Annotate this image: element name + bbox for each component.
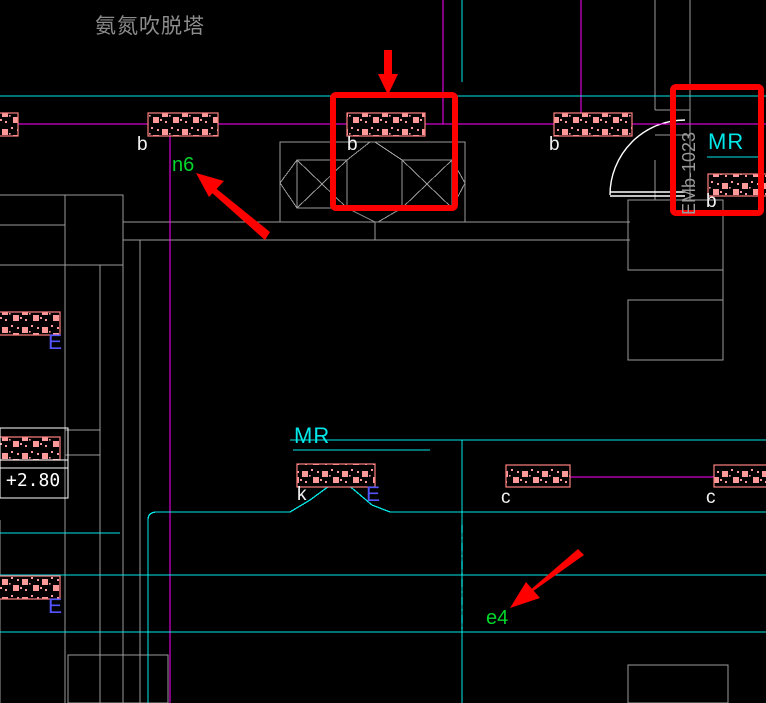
beam-label-b-3: b (549, 134, 560, 155)
structural-gray-linework (0, 0, 729, 703)
beam-label-c-right: c (706, 487, 716, 508)
beam-label-c-left: c (501, 487, 511, 508)
rebar-section-blocks (0, 112, 766, 600)
cad-vector-layer (0, 0, 766, 703)
arrow-down-top (378, 50, 398, 95)
slab-label-e-mid: E (366, 483, 381, 506)
callout-label-e4: e4 (486, 607, 509, 629)
axis-tag-emb-1023: EMb-1023 (679, 131, 699, 215)
beam-label-b-4: b (706, 191, 717, 212)
arrow-to-e4 (510, 549, 584, 608)
cad-drawing-canvas: 氨氮吹脱塔 b b b b E E E k c c MR MR EMb-1023… (0, 0, 766, 703)
slab-label-e-upper: E (48, 331, 63, 354)
magenta-beam-centerlines (0, 0, 766, 703)
elevation-value: +2.80 (6, 470, 61, 491)
zone-label-mr-mid: MR (294, 423, 331, 448)
callout-label-n6: n6 (172, 154, 195, 176)
red-annotation-layer (196, 50, 764, 608)
zone-label-mr-right: MR (708, 129, 745, 154)
beam-label-k: k (297, 484, 307, 505)
beam-label-b-2: b (347, 134, 358, 155)
slab-label-e-lower: E (48, 595, 63, 618)
cyan-slab-edges (0, 0, 766, 703)
page-title: 氨氮吹脱塔 (95, 14, 205, 38)
arrow-to-n6 (196, 173, 270, 240)
beam-label-b-1: b (137, 134, 148, 155)
